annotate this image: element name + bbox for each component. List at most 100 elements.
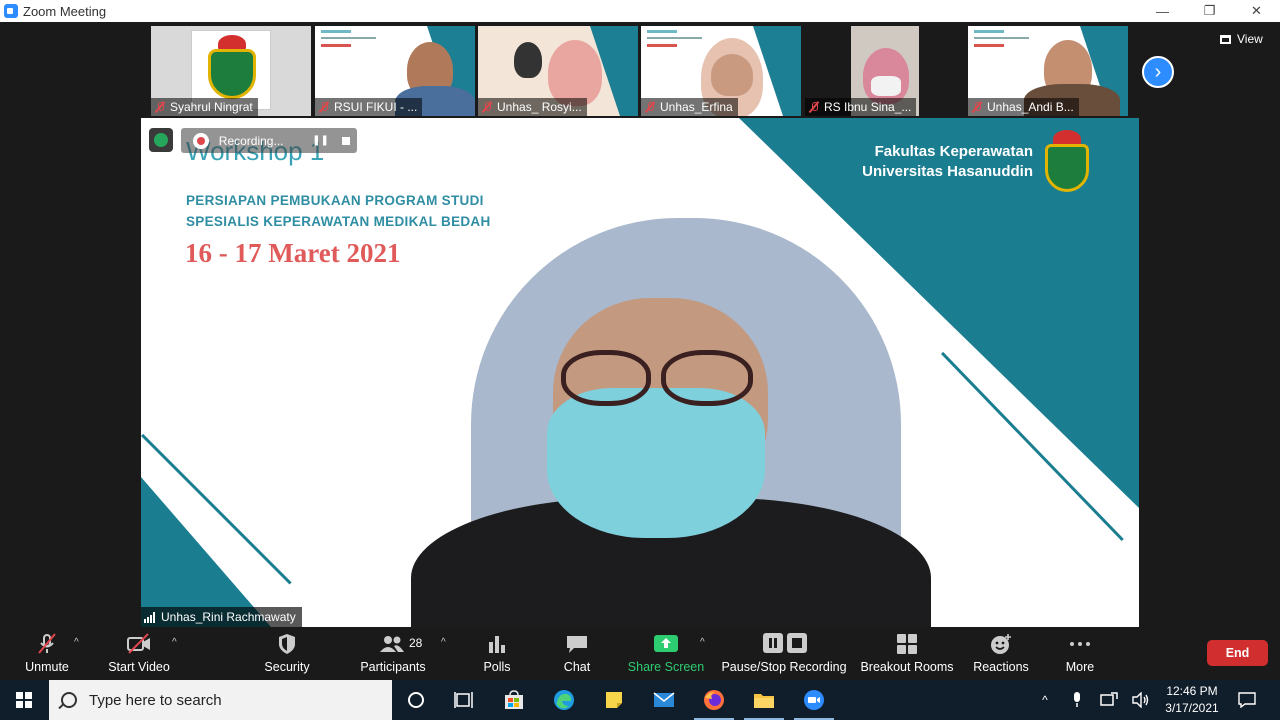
zoom-app[interactable]	[790, 680, 838, 720]
view-button[interactable]: View	[1220, 32, 1263, 46]
mail-app[interactable]	[640, 680, 688, 720]
recording-label: Recording...	[218, 133, 284, 148]
microphone-icon	[1074, 692, 1080, 707]
more-label: More	[1065, 660, 1095, 674]
participants-count: 28	[409, 636, 423, 650]
mic-muted-icon	[154, 101, 166, 113]
breakout-rooms-button[interactable]: Breakout Rooms	[859, 627, 955, 680]
video-options-caret[interactable]: ^	[172, 637, 177, 648]
stop-icon	[342, 136, 351, 145]
firefox-app[interactable]	[690, 680, 738, 720]
breakout-rooms-label: Breakout Rooms	[860, 660, 954, 674]
participants-label: Participants	[360, 660, 426, 674]
share-screen-label: Share Screen	[627, 660, 705, 674]
participant-tile[interactable]: RSUI FIKUI - ...	[315, 26, 475, 116]
participant-label: Syahrul Ningrat	[151, 98, 258, 116]
mic-muted-icon	[971, 101, 983, 113]
participant-tile[interactable]: Unhas_Erfina	[641, 26, 801, 116]
participant-tile[interactable]: Unhas_Andi B...	[968, 26, 1128, 116]
participant-label: RS Ibnu Sina_...	[805, 98, 917, 116]
close-button[interactable]: ✕	[1233, 0, 1280, 22]
meeting-toolbar: Unmute ^ Start Video ^ Security 28 Parti…	[0, 627, 1280, 680]
unmute-button[interactable]: Unmute	[12, 627, 82, 680]
mic-muted-icon	[481, 101, 493, 113]
share-options-caret[interactable]: ^	[700, 637, 705, 648]
slide-organization: Fakultas Keperawatan Universitas Hasanud…	[837, 142, 1033, 182]
taskbar-search[interactable]: Type here to search	[49, 680, 392, 720]
encryption-shield-icon[interactable]	[149, 128, 173, 152]
store-icon	[505, 690, 523, 709]
network-tray[interactable]	[1098, 680, 1120, 720]
file-explorer-app[interactable]	[740, 680, 788, 720]
breakout-rooms-icon	[897, 634, 917, 654]
show-hidden-icons-button[interactable]: ^	[1034, 680, 1056, 720]
participant-name: Syahrul Ningrat	[170, 100, 253, 114]
window-controls: — ❐ ✕	[1139, 0, 1280, 22]
record-icon	[193, 132, 209, 149]
end-meeting-button[interactable]: End	[1207, 640, 1268, 666]
participant-tile[interactable]: Unhas_ Rosyi...	[478, 26, 638, 116]
audio-options-caret[interactable]: ^	[74, 637, 79, 648]
slide-subtitle-line: SPESIALIS KEPERAWATAN MEDIKAL BEDAH	[186, 214, 491, 229]
restore-button[interactable]: ❐	[1186, 0, 1233, 22]
security-button[interactable]: Security	[256, 627, 318, 680]
chevron-right-icon: ›	[1154, 60, 1162, 83]
university-crest-icon	[1037, 130, 1097, 196]
microphone-tray[interactable]	[1066, 680, 1088, 720]
more-button[interactable]: More	[1058, 627, 1102, 680]
active-speaker-video[interactable]: Workshop 1 PERSIAPAN PEMBUKAAN PROGRAM S…	[141, 118, 1139, 627]
start-video-button[interactable]: Start Video	[104, 627, 174, 680]
sticky-notes-icon	[606, 692, 622, 708]
participant-tile[interactable]: RS Ibnu Sina_...	[805, 26, 965, 116]
participants-icon	[380, 636, 404, 652]
sticky-notes-app[interactable]	[590, 680, 638, 720]
participant-label: Unhas_Erfina	[641, 98, 738, 116]
participant-tile[interactable]: Syahrul Ningrat	[151, 26, 311, 116]
participant-video	[548, 40, 602, 106]
zoom-app-icon	[4, 4, 18, 18]
edge-app[interactable]	[540, 680, 588, 720]
participants-options-caret[interactable]: ^	[441, 637, 446, 648]
windows-logo-icon	[16, 692, 32, 708]
notifications-button[interactable]	[1234, 680, 1260, 720]
view-label: View	[1237, 32, 1263, 46]
participant-name: RS Ibnu Sina_...	[824, 100, 912, 114]
participants-button[interactable]: 28 Participants	[357, 627, 429, 680]
chat-button[interactable]: Chat	[556, 627, 598, 680]
notification-icon	[1238, 692, 1256, 708]
taskbar-clock[interactable]: 12:46 PM 3/17/2021	[1158, 683, 1226, 717]
minimize-button[interactable]: —	[1139, 0, 1186, 22]
reactions-label: Reactions	[973, 660, 1029, 674]
share-screen-icon	[654, 635, 678, 652]
next-page-button[interactable]: ›	[1142, 56, 1174, 88]
start-video-label: Start Video	[108, 660, 170, 674]
pause-recording-button[interactable]: ❚❚	[310, 132, 332, 150]
polls-button[interactable]: Polls	[476, 627, 518, 680]
participant-label: Unhas_ Rosyi...	[478, 98, 587, 116]
org-line: Universitas Hasanuddin	[862, 163, 1033, 180]
mail-icon	[653, 692, 675, 707]
reactions-button[interactable]: Reactions	[970, 627, 1032, 680]
participant-name: Unhas_Andi B...	[987, 100, 1074, 114]
participant-name: Unhas_ Rosyi...	[497, 100, 582, 114]
firefox-icon	[704, 690, 724, 710]
participant-name: RSUI FIKUI - ...	[334, 100, 418, 114]
participant-label: RSUI FIKUI - ...	[315, 98, 423, 116]
stop-recording-button[interactable]	[335, 132, 357, 150]
signal-strength-icon	[144, 611, 156, 623]
search-placeholder: Type here to search	[89, 691, 222, 709]
more-icon	[1070, 642, 1090, 646]
title-bar: Zoom Meeting — ❐ ✕	[0, 0, 1280, 22]
store-app[interactable]	[490, 680, 538, 720]
task-view-button[interactable]	[440, 680, 488, 720]
window-title: Zoom Meeting	[23, 3, 107, 19]
unmute-label: Unmute	[25, 660, 69, 674]
pause-stop-recording-button[interactable]: Pause/Stop Recording	[721, 627, 847, 680]
clock-time: 12:46 PM	[1166, 684, 1218, 698]
speaker-icon	[1132, 692, 1149, 708]
cortana-button[interactable]	[392, 680, 440, 720]
start-button[interactable]	[0, 680, 48, 720]
share-screen-button[interactable]: Share Screen	[626, 627, 706, 680]
pause-stop-recording-label: Pause/Stop Recording	[721, 660, 847, 674]
volume-tray[interactable]	[1130, 680, 1152, 720]
